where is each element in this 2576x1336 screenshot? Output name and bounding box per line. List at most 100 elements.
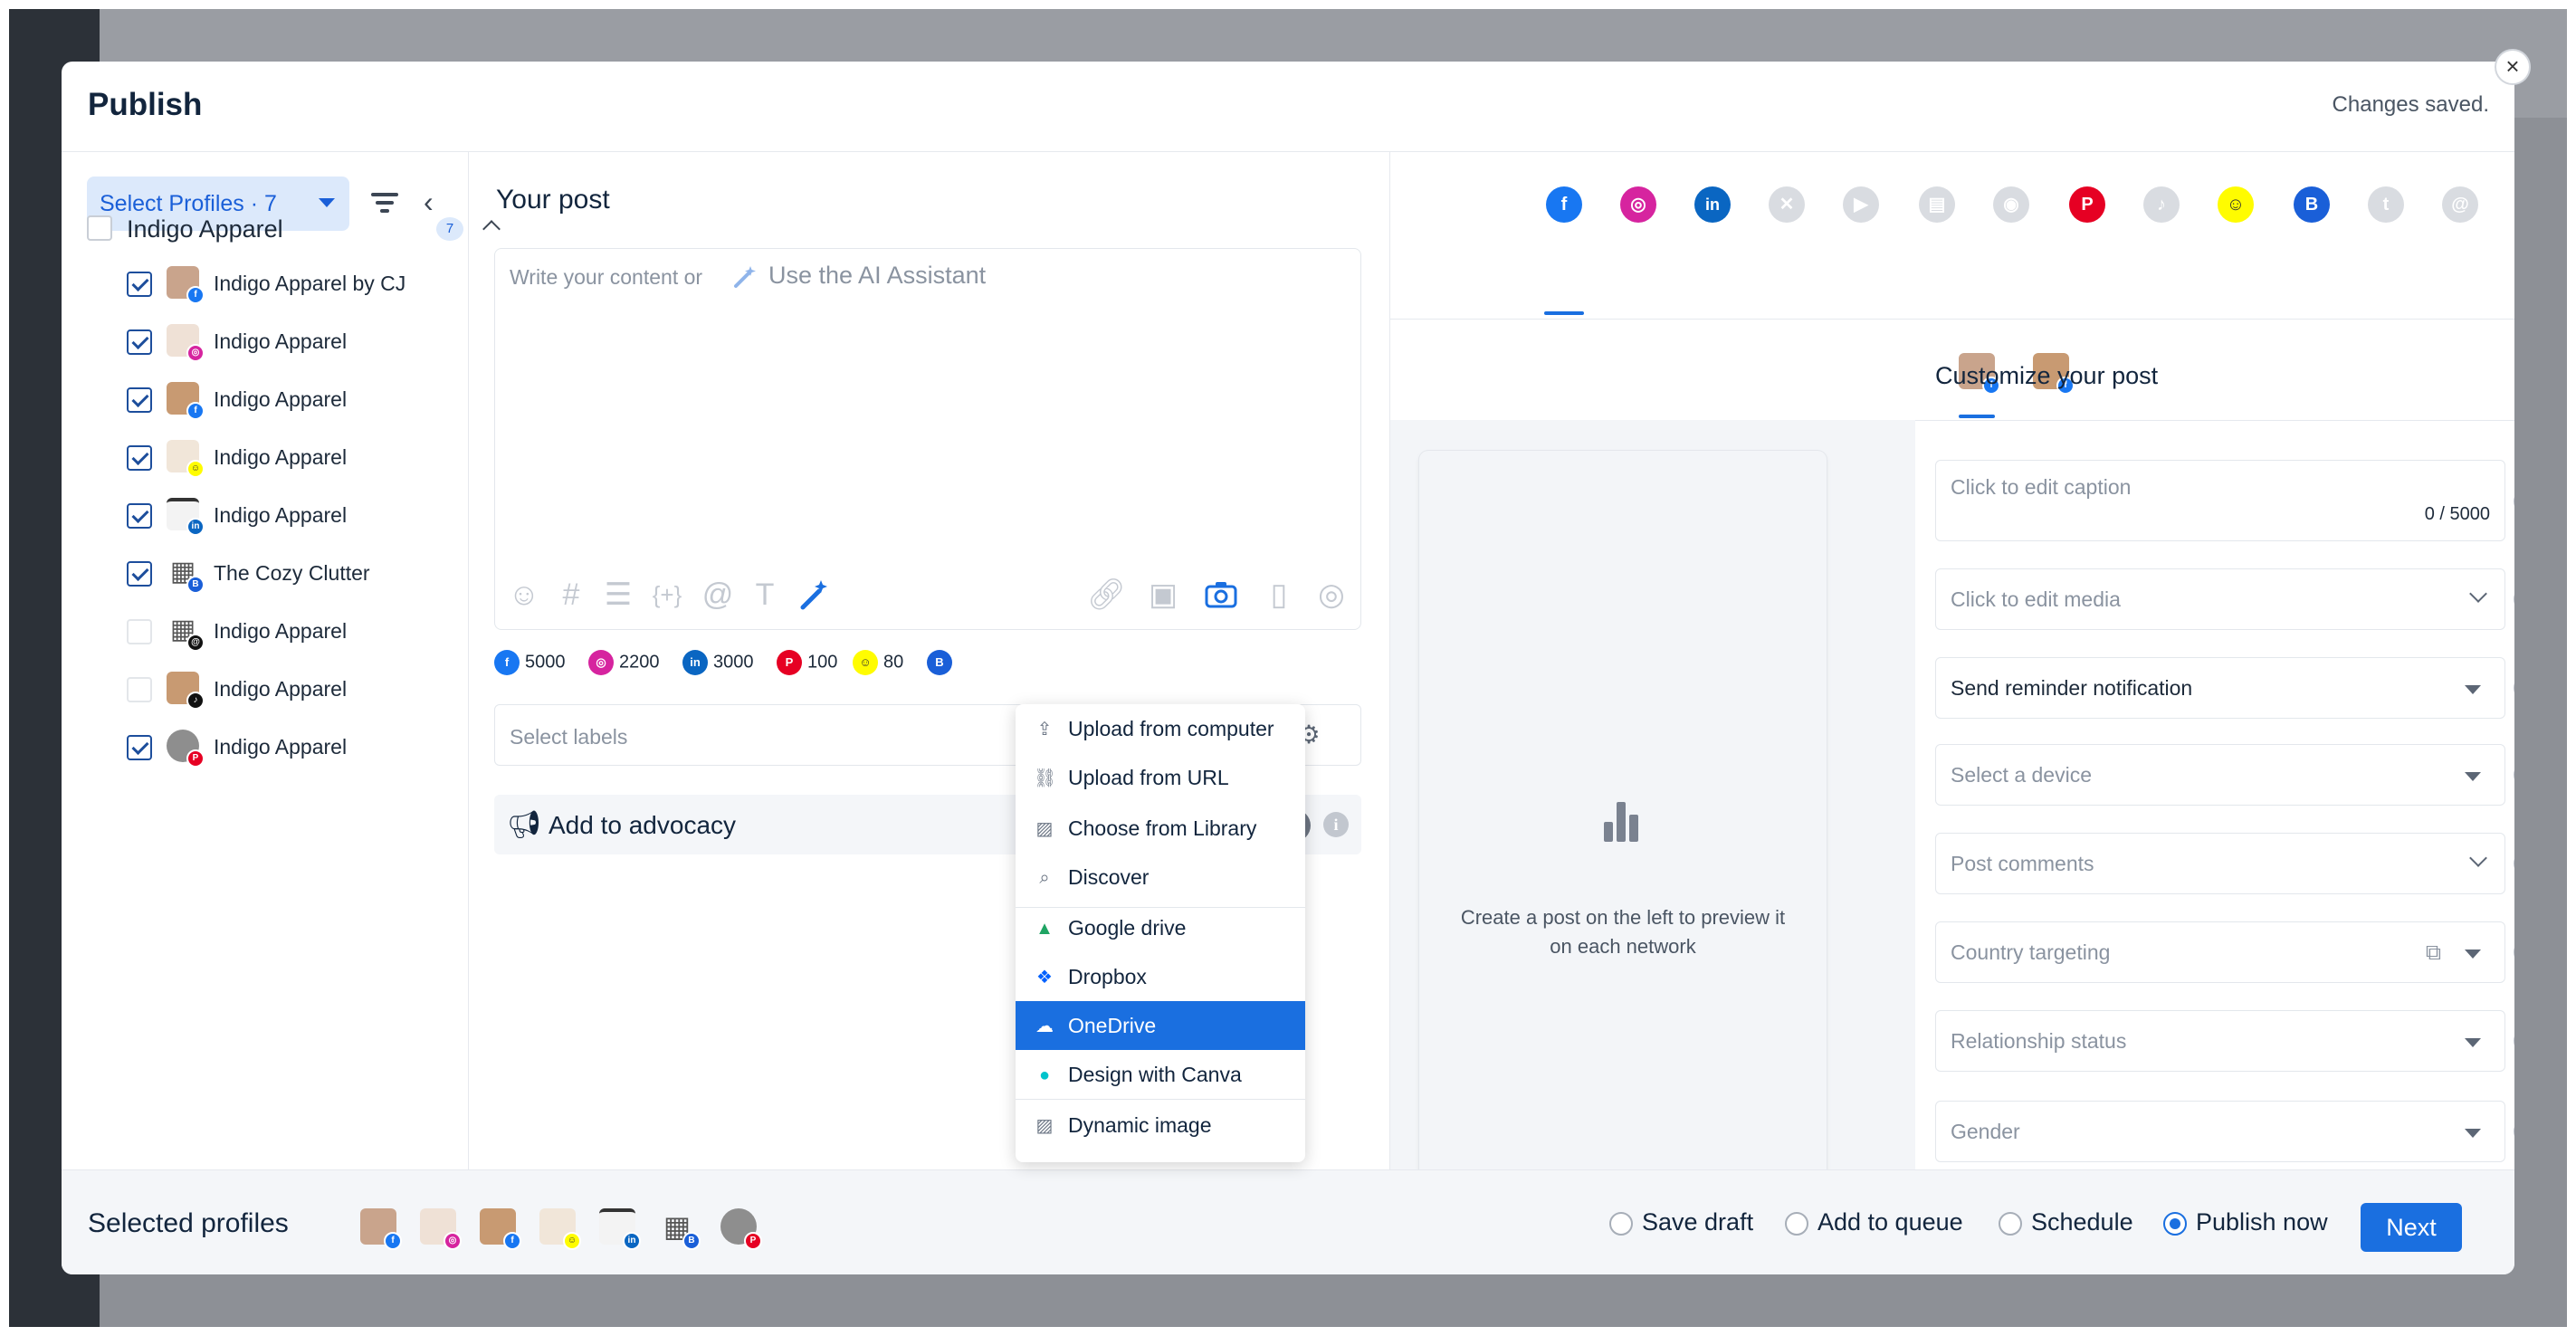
document-icon[interactable]: ▯ xyxy=(1261,577,1297,613)
profile-row[interactable]: ♪ Indigo Apparel xyxy=(127,670,453,710)
facebook-icon: f xyxy=(384,1232,402,1250)
avatar[interactable]: ☺ xyxy=(539,1208,581,1250)
tiktok-icon: ♪ xyxy=(186,692,205,710)
tab-x[interactable]: ✕ xyxy=(1769,186,1805,223)
copy-icon[interactable]: ⧉ xyxy=(2426,940,2441,966)
instagram-icon: ◎ xyxy=(588,650,614,675)
relationship-select[interactable]: Relationship status xyxy=(1935,1010,2505,1072)
circles-icon[interactable]: ◎ xyxy=(1313,577,1350,613)
text-format-icon[interactable]: T xyxy=(747,577,783,613)
profile-row[interactable]: ▦ @ Indigo Apparel xyxy=(127,612,453,652)
device-select[interactable]: Select a device xyxy=(1935,744,2505,806)
tab-threads[interactable]: @ xyxy=(2442,186,2478,223)
tab-instagram[interactable]: ◎ xyxy=(1620,186,1656,223)
menu-item-upload-url[interactable]: ⛓ Upload from URL xyxy=(1016,753,1305,802)
tab-facebook[interactable]: f xyxy=(1546,186,1582,223)
gender-select[interactable]: Gender xyxy=(1935,1101,2505,1162)
menu-item-dynamic-image[interactable]: ▨ Dynamic image xyxy=(1016,1101,1305,1150)
radio-add-to-queue[interactable]: Add to queue xyxy=(1785,1208,1963,1239)
profile-checkbox[interactable] xyxy=(127,445,152,471)
variable-icon[interactable]: {+} xyxy=(649,577,685,613)
avatar[interactable]: P xyxy=(720,1208,762,1250)
profile-checkbox[interactable] xyxy=(127,619,152,644)
profile-group[interactable]: Indigo Apparel 7 xyxy=(87,210,501,246)
building-icon[interactable]: ▦ B xyxy=(659,1208,701,1250)
profile-checkbox[interactable] xyxy=(127,329,152,355)
editor-placeholder: Write your content or xyxy=(510,265,703,289)
tab-google-business[interactable]: ▤ xyxy=(1919,186,1955,223)
group-checkbox[interactable] xyxy=(87,215,112,241)
radio-publish-now[interactable]: Publish now xyxy=(2163,1208,2328,1239)
profile-row[interactable]: ◎ Indigo Apparel xyxy=(127,322,453,362)
tab-linkedin[interactable]: in xyxy=(1694,186,1731,223)
video-icon[interactable]: ▣ xyxy=(1145,577,1181,613)
comments-field[interactable]: Post comments xyxy=(1935,833,2505,894)
radio-save-draft[interactable]: Save draft xyxy=(1609,1208,1753,1239)
caret-down-icon xyxy=(2465,1129,2481,1138)
profile-label: Indigo Apparel xyxy=(214,503,348,527)
tab-snapchat[interactable]: ☺ xyxy=(2218,186,2254,223)
reminder-select[interactable]: Send reminder notification xyxy=(1935,657,2505,719)
info-icon[interactable]: i xyxy=(1323,812,1349,837)
ai-assistant-link[interactable]: Use the AI Assistant xyxy=(732,262,986,290)
ai-assistant-label: Use the AI Assistant xyxy=(768,262,987,289)
selected-profiles-label: Selected profiles xyxy=(88,1208,289,1238)
profile-checkbox[interactable] xyxy=(127,387,152,413)
avatar[interactable]: in xyxy=(599,1208,641,1250)
caption-field[interactable]: Click to edit caption 0 / 5000 xyxy=(1935,460,2505,541)
text-block-icon[interactable]: ☰ xyxy=(600,577,636,613)
tab-reddit[interactable]: ◉ xyxy=(1993,186,2029,223)
country-select[interactable]: Country targeting ⧉ xyxy=(1935,921,2505,983)
menu-item-dropbox[interactable]: ❖ Dropbox xyxy=(1016,952,1305,1001)
media-field[interactable]: Click to edit media xyxy=(1935,568,2505,630)
profile-checkbox[interactable] xyxy=(127,503,152,529)
instagram-icon: ◎ xyxy=(444,1232,462,1250)
radio-button[interactable] xyxy=(1785,1211,1808,1236)
tab-tiktok[interactable]: ♪ xyxy=(2143,186,2180,223)
post-editor[interactable]: Write your content or Use the AI Assista… xyxy=(494,248,1361,630)
next-button[interactable]: Next xyxy=(2361,1203,2462,1252)
radio-button[interactable] xyxy=(1999,1211,2022,1236)
menu-item-discover[interactable]: ⌕ Discover xyxy=(1016,853,1305,902)
radio-button[interactable] xyxy=(2163,1211,2187,1236)
tab-tumblr[interactable]: t xyxy=(2368,186,2404,223)
menu-item-canva[interactable]: ● Design with Canva xyxy=(1016,1050,1305,1099)
profile-checkbox[interactable] xyxy=(127,735,152,760)
group-label: Indigo Apparel xyxy=(127,215,283,243)
profile-row[interactable]: P Indigo Apparel xyxy=(127,728,453,768)
magic-wand-icon[interactable] xyxy=(796,577,832,613)
canva-icon: ● xyxy=(1038,1065,1051,1085)
hashtag-icon[interactable]: # xyxy=(553,577,589,613)
menu-item-upload-computer[interactable]: ⇪ Upload from computer xyxy=(1016,704,1305,753)
radio-button[interactable] xyxy=(1609,1211,1633,1236)
profile-row[interactable]: in Indigo Apparel xyxy=(127,496,453,536)
menu-item-library[interactable]: ▨ Choose from Library xyxy=(1016,804,1305,853)
instagram-icon: ◎ xyxy=(186,344,205,362)
close-icon[interactable]: × xyxy=(2495,49,2531,85)
mention-icon[interactable]: @ xyxy=(700,577,736,613)
avatar[interactable]: f xyxy=(480,1208,521,1250)
tab-youtube[interactable]: ▶ xyxy=(1843,186,1879,223)
radio-schedule[interactable]: Schedule xyxy=(1999,1208,2133,1239)
link-icon[interactable]: 🔗︎ xyxy=(1087,577,1126,613)
profile-row[interactable]: f Indigo Apparel by CJ xyxy=(127,264,453,304)
camera-icon[interactable] xyxy=(1203,577,1239,613)
profile-checkbox[interactable] xyxy=(127,561,152,587)
profile-label: Indigo Apparel xyxy=(214,445,348,469)
emoji-icon[interactable]: ☺ xyxy=(506,577,542,613)
profile-row[interactable]: f Indigo Apparel xyxy=(127,380,453,420)
profile-row[interactable]: ☺ Indigo Apparel xyxy=(127,438,453,478)
tab-pinterest[interactable]: P xyxy=(2069,186,2105,223)
avatar[interactable]: f xyxy=(360,1208,402,1250)
profile-row[interactable]: ▦ B The Cozy Clutter xyxy=(127,554,453,594)
preview-area: Create a post on the left to preview it … xyxy=(1390,420,1915,1206)
avatar[interactable]: ◎ xyxy=(420,1208,462,1250)
profile-checkbox[interactable] xyxy=(127,272,152,297)
profile-checkbox[interactable] xyxy=(127,677,152,702)
menu-item-google-drive[interactable]: ▲ Google drive xyxy=(1016,903,1305,952)
media-source-menu: ⇪ Upload from computer ⛓ Upload from URL ▨… xyxy=(1016,704,1305,1162)
linkedin-icon: in xyxy=(623,1232,641,1250)
menu-item-onedrive[interactable]: ☁ OneDrive xyxy=(1016,1001,1305,1050)
tab-google-business-active[interactable]: B xyxy=(2294,186,2330,223)
google-business-icon: B xyxy=(186,576,205,594)
